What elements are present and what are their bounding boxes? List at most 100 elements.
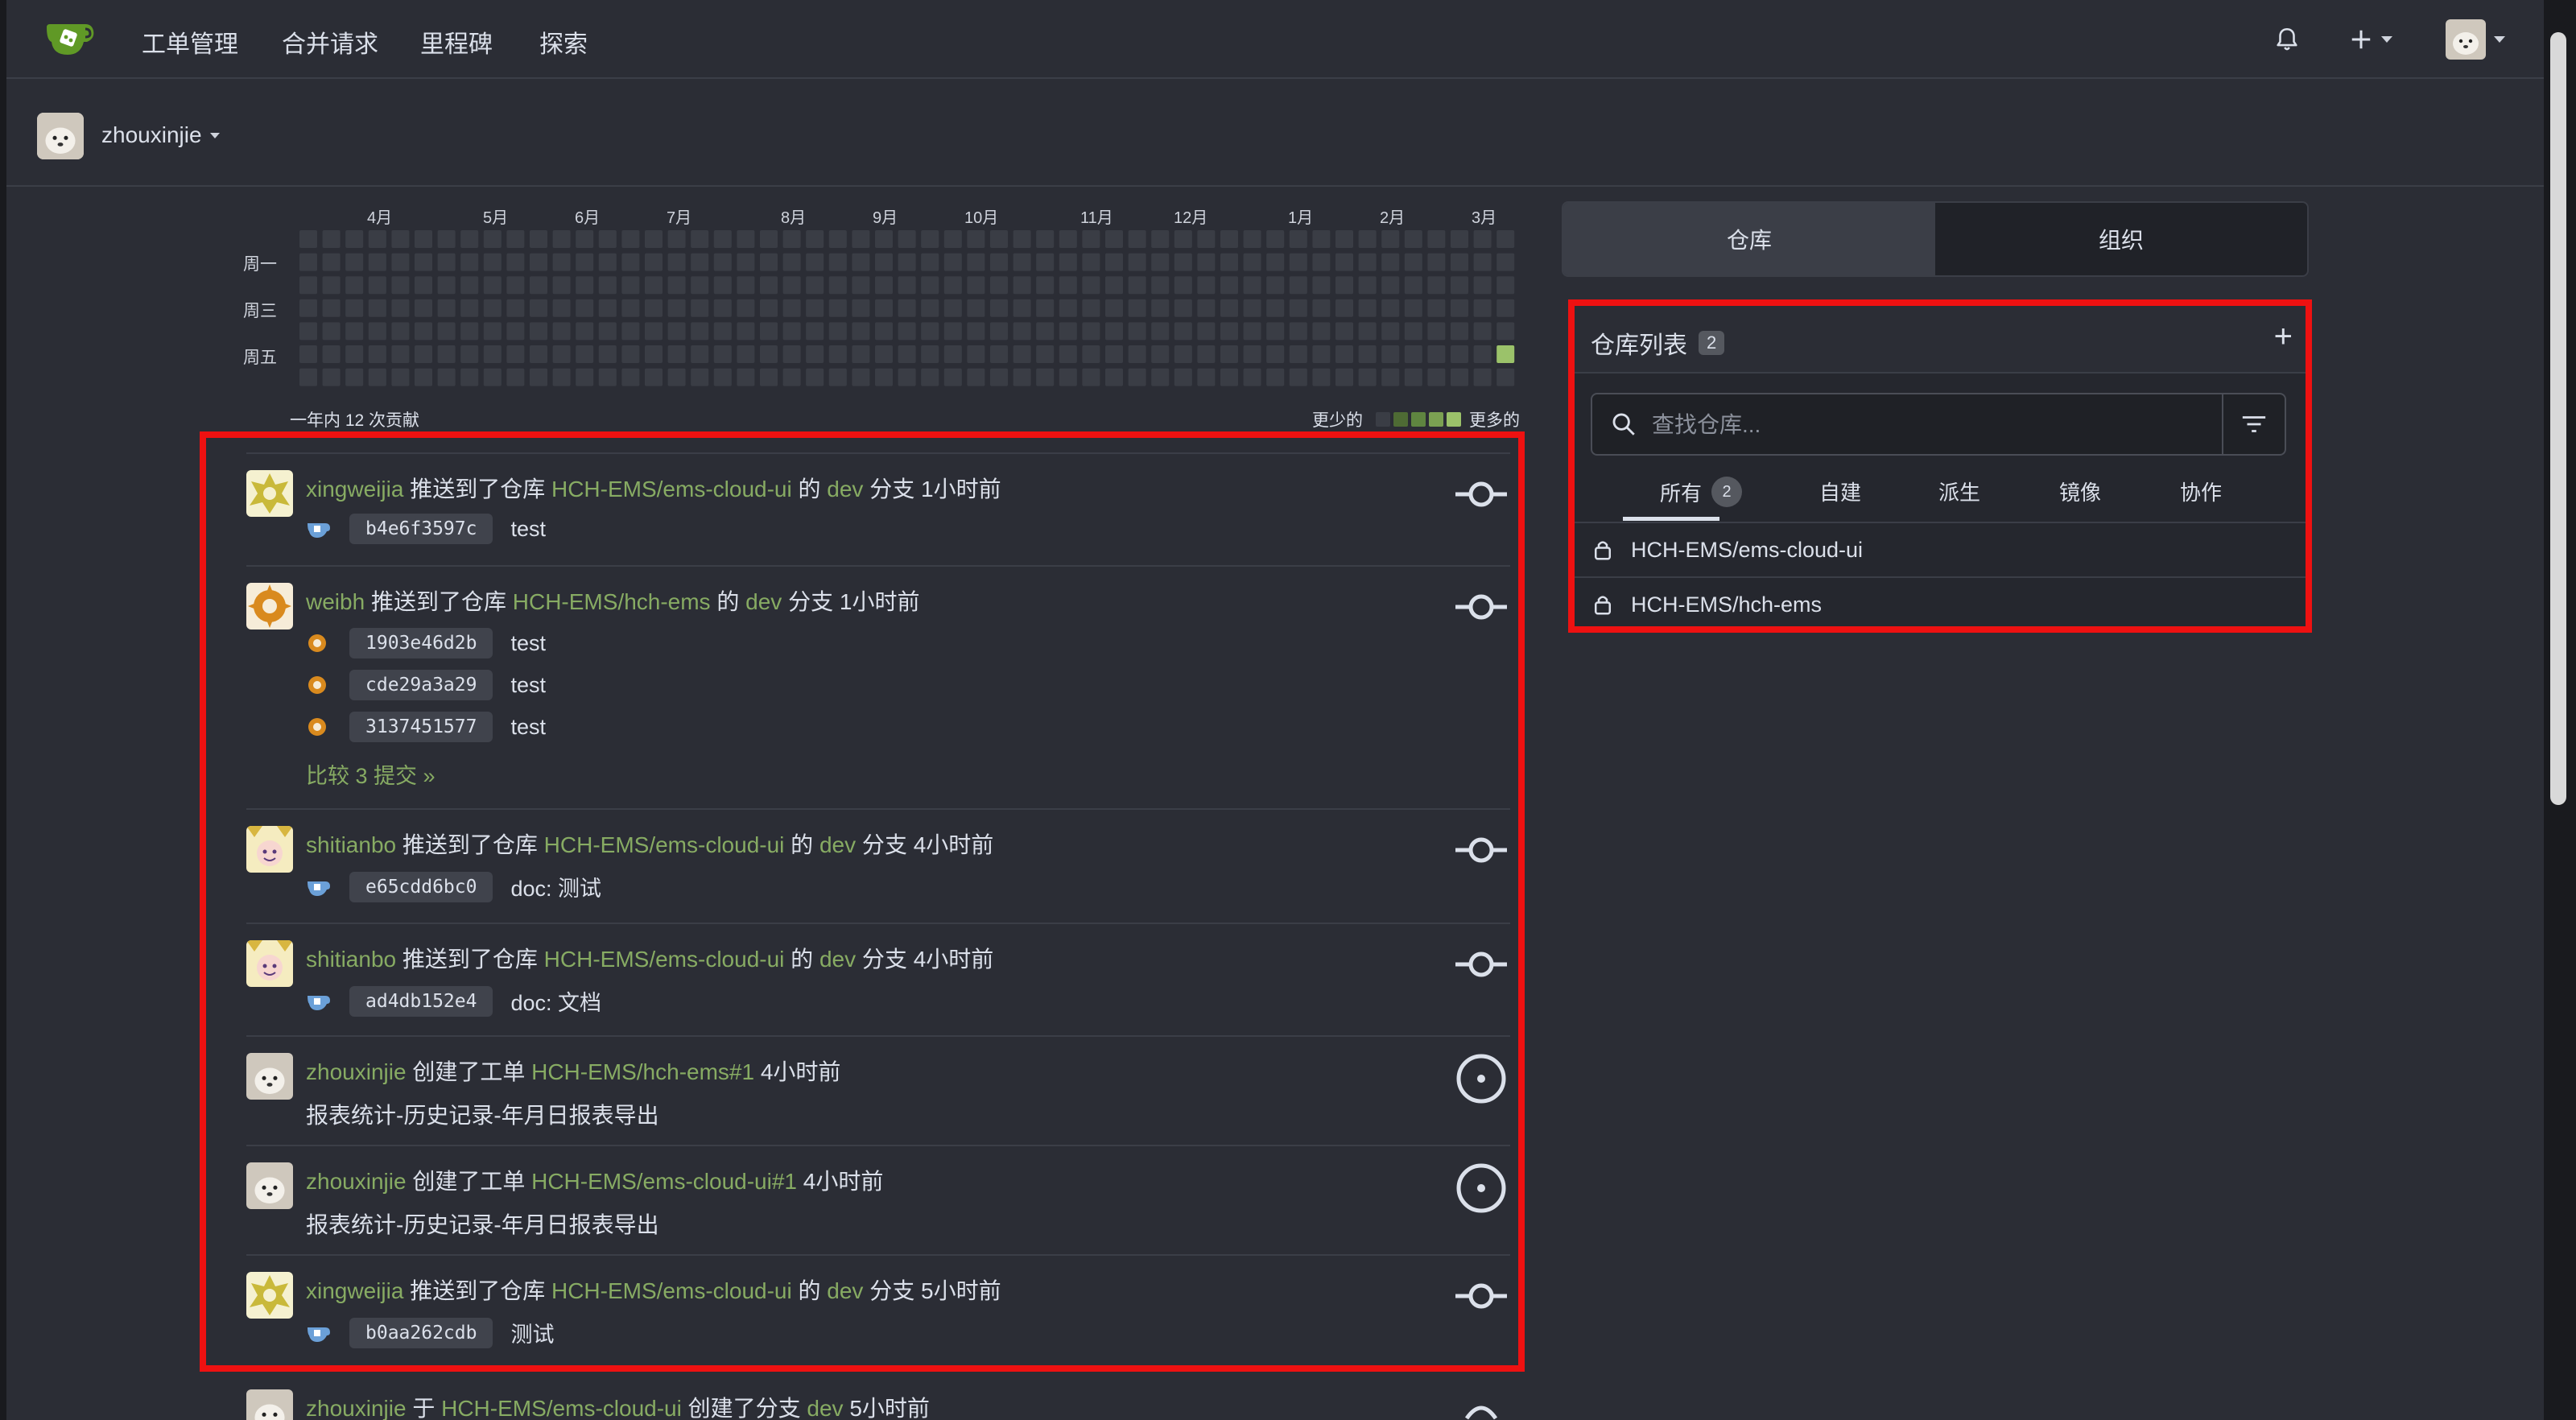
avatar[interactable] bbox=[246, 1053, 293, 1100]
user-link[interactable]: zhouxinjie bbox=[306, 1059, 407, 1084]
new-repository-button[interactable]: + bbox=[2274, 320, 2293, 353]
heatmap-cell[interactable] bbox=[1036, 322, 1055, 341]
heatmap-cell[interactable] bbox=[691, 253, 709, 271]
heatmap-cell[interactable] bbox=[576, 368, 594, 386]
heatmap-cell[interactable] bbox=[1381, 368, 1400, 386]
heatmap-cell[interactable] bbox=[1220, 276, 1238, 295]
repo-link[interactable]: HCH-EMS/ems-cloud-ui bbox=[551, 1278, 792, 1303]
heatmap-cell[interactable] bbox=[1496, 276, 1515, 295]
heatmap-cell[interactable] bbox=[1220, 299, 1238, 317]
repo-link[interactable]: HCH-EMS/ems-cloud-ui bbox=[544, 832, 785, 857]
heatmap-cell[interactable] bbox=[1404, 322, 1422, 341]
heatmap-cell[interactable] bbox=[1036, 368, 1055, 386]
heatmap-cell[interactable] bbox=[1404, 299, 1422, 317]
heatmap-cell[interactable] bbox=[506, 345, 525, 363]
heatmap-cell[interactable] bbox=[828, 276, 847, 295]
heatmap-cell[interactable] bbox=[1381, 345, 1400, 363]
heatmap-cell[interactable] bbox=[1266, 299, 1285, 317]
heatmap-cell[interactable] bbox=[1243, 299, 1261, 317]
heatmap-cell[interactable] bbox=[1151, 230, 1170, 248]
heatmap-cell[interactable] bbox=[299, 368, 317, 386]
heatmap-cell[interactable] bbox=[760, 345, 778, 363]
heatmap-cell[interactable] bbox=[967, 276, 985, 295]
heatmap-cell[interactable] bbox=[898, 299, 916, 317]
heatmap-cell[interactable] bbox=[1197, 368, 1216, 386]
heatmap-cell[interactable] bbox=[760, 322, 778, 341]
user-link[interactable]: weibh bbox=[306, 589, 365, 614]
heatmap-cell[interactable] bbox=[1289, 276, 1307, 295]
avatar[interactable] bbox=[246, 1272, 293, 1319]
heatmap-cell[interactable] bbox=[1358, 322, 1377, 341]
tab-repositories[interactable]: 仓库 bbox=[1563, 203, 1935, 275]
heatmap-cell[interactable] bbox=[1335, 368, 1353, 386]
repository-list-item[interactable]: HCH-EMS/hch-ems bbox=[1575, 576, 2306, 626]
heatmap-cell[interactable] bbox=[1128, 368, 1146, 386]
heatmap-cell[interactable] bbox=[645, 230, 663, 248]
heatmap-cell[interactable] bbox=[1381, 253, 1400, 271]
heatmap-cell[interactable] bbox=[921, 253, 939, 271]
heatmap-cell[interactable] bbox=[852, 345, 870, 363]
heatmap-cell[interactable] bbox=[1128, 230, 1146, 248]
heatmap-cell[interactable] bbox=[1105, 299, 1123, 317]
heatmap-cell[interactable] bbox=[576, 345, 594, 363]
heatmap-cell[interactable] bbox=[1427, 299, 1446, 317]
heatmap-cell[interactable] bbox=[1312, 345, 1331, 363]
heatmap-cell[interactable] bbox=[1059, 322, 1077, 341]
heatmap-cell[interactable] bbox=[967, 299, 985, 317]
heatmap-cell[interactable] bbox=[1473, 230, 1492, 248]
heatmap-cell[interactable] bbox=[921, 299, 939, 317]
heatmap-cell[interactable] bbox=[921, 322, 939, 341]
heatmap-cell[interactable] bbox=[737, 368, 755, 386]
heatmap-cell[interactable] bbox=[1128, 345, 1146, 363]
heatmap-cell[interactable] bbox=[1220, 322, 1238, 341]
heatmap-cell[interactable] bbox=[1243, 253, 1261, 271]
heatmap-cell[interactable] bbox=[1082, 299, 1100, 317]
heatmap-cell[interactable] bbox=[875, 276, 893, 295]
heatmap-cell[interactable] bbox=[322, 299, 341, 317]
issue-link[interactable]: HCH-EMS/hch-ems#1 bbox=[531, 1059, 754, 1084]
heatmap-cell[interactable] bbox=[806, 299, 824, 317]
heatmap-cell[interactable] bbox=[760, 253, 778, 271]
heatmap-cell[interactable] bbox=[1381, 230, 1400, 248]
heatmap-cell[interactable] bbox=[1451, 345, 1468, 363]
heatmap-cell[interactable] bbox=[1059, 230, 1077, 248]
heatmap-cell[interactable] bbox=[691, 368, 709, 386]
heatmap-cell[interactable] bbox=[1151, 345, 1170, 363]
heatmap-cell[interactable] bbox=[713, 322, 732, 341]
heatmap-cell[interactable] bbox=[1059, 345, 1077, 363]
heatmap-cell[interactable] bbox=[1174, 368, 1192, 386]
heatmap-cell[interactable] bbox=[576, 276, 594, 295]
heatmap-cell[interactable] bbox=[1128, 322, 1146, 341]
heatmap-cell[interactable] bbox=[782, 276, 801, 295]
heatmap-cell[interactable] bbox=[552, 345, 571, 363]
heatmap-cell[interactable] bbox=[460, 345, 479, 363]
heatmap-cell[interactable] bbox=[621, 230, 640, 248]
heatmap-cell[interactable] bbox=[1266, 230, 1285, 248]
heatmap-cell[interactable] bbox=[1220, 253, 1238, 271]
user-link[interactable]: xingweijia bbox=[306, 1278, 403, 1303]
heatmap-cell[interactable] bbox=[415, 230, 432, 248]
commit-sha-link[interactable]: b0aa262cdb bbox=[349, 1317, 493, 1348]
heatmap-cell[interactable] bbox=[667, 276, 686, 295]
heatmap-cell[interactable] bbox=[990, 368, 1008, 386]
heatmap-cell[interactable] bbox=[460, 299, 479, 317]
heatmap-cell[interactable] bbox=[782, 299, 801, 317]
heatmap-cell[interactable] bbox=[299, 253, 317, 271]
heatmap-cell[interactable] bbox=[875, 299, 893, 317]
heatmap-cell[interactable] bbox=[460, 368, 479, 386]
commit-sha-link[interactable]: 1903e46d2b bbox=[349, 628, 493, 658]
heatmap-cell[interactable] bbox=[1197, 230, 1216, 248]
heatmap-cell[interactable] bbox=[943, 299, 962, 317]
user-menu-dropdown[interactable] bbox=[2446, 19, 2505, 60]
heatmap-cell[interactable] bbox=[1036, 230, 1055, 248]
heatmap-cell[interactable] bbox=[391, 230, 410, 248]
heatmap-cell[interactable] bbox=[1335, 253, 1353, 271]
heatmap-cell[interactable] bbox=[1151, 368, 1170, 386]
heatmap-cell[interactable] bbox=[1358, 253, 1377, 271]
heatmap-cell[interactable] bbox=[621, 322, 640, 341]
heatmap-cell[interactable] bbox=[437, 276, 456, 295]
user-link[interactable]: shitianbo bbox=[306, 832, 396, 857]
heatmap-cell[interactable] bbox=[921, 230, 939, 248]
heatmap-cell[interactable] bbox=[1381, 322, 1400, 341]
heatmap-cell[interactable] bbox=[391, 299, 410, 317]
